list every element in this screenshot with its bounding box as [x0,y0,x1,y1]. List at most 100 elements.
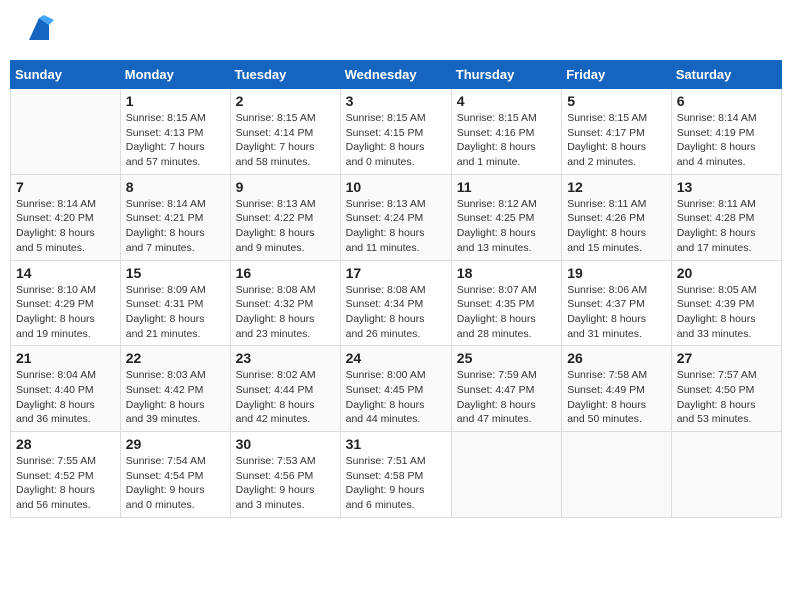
calendar-cell: 1 Sunrise: 8:15 AM Sunset: 4:13 PM Daylig… [120,89,230,175]
calendar-week-row: 14 Sunrise: 8:10 AM Sunset: 4:29 PM Dayli… [11,260,782,346]
calendar-week-row: 7 Sunrise: 8:14 AM Sunset: 4:20 PM Daylig… [11,174,782,260]
calendar-cell: 4 Sunrise: 8:15 AM Sunset: 4:16 PM Daylig… [451,89,561,175]
calendar-cell: 3 Sunrise: 8:15 AM Sunset: 4:15 PM Daylig… [340,89,451,175]
calendar-cell: 16 Sunrise: 8:08 AM Sunset: 4:32 PM Dayli… [230,260,340,346]
weekday-header-wednesday: Wednesday [340,61,451,89]
day-info: Sunrise: 7:57 AM Sunset: 4:50 PM Dayligh… [677,368,776,427]
calendar-cell: 23 Sunrise: 8:02 AM Sunset: 4:44 PM Dayli… [230,346,340,432]
calendar-cell: 30Sunrise: 7:53 AM Sunset: 4:56 PM Dayli… [230,432,340,518]
calendar-week-row: 21 Sunrise: 8:04 AM Sunset: 4:40 PM Dayli… [11,346,782,432]
day-number: 7 [16,179,115,195]
calendar-cell: 8 Sunrise: 8:14 AM Sunset: 4:21 PM Daylig… [120,174,230,260]
day-info: Sunrise: 8:08 AM Sunset: 4:32 PM Dayligh… [236,283,335,342]
day-number: 26 [567,350,666,366]
logo-icon [24,15,54,45]
day-info: Sunrise: 8:00 AM Sunset: 4:45 PM Dayligh… [346,368,446,427]
calendar-cell [671,432,781,518]
day-info: Sunrise: 8:05 AM Sunset: 4:39 PM Dayligh… [677,283,776,342]
calendar-cell: 13 Sunrise: 8:11 AM Sunset: 4:28 PM Dayli… [671,174,781,260]
day-info: Sunrise: 8:11 AM Sunset: 4:26 PM Dayligh… [567,197,666,256]
calendar-cell: 24 Sunrise: 8:00 AM Sunset: 4:45 PM Dayli… [340,346,451,432]
weekday-header-tuesday: Tuesday [230,61,340,89]
day-number: 3 [346,93,446,109]
weekday-header-thursday: Thursday [451,61,561,89]
day-number: 21 [16,350,115,366]
day-number: 29 [126,436,225,452]
day-number: 4 [457,93,556,109]
day-info: Sunrise: 8:07 AM Sunset: 4:35 PM Dayligh… [457,283,556,342]
day-info: Sunrise: 8:15 AM Sunset: 4:13 PM Dayligh… [126,111,225,170]
day-info: Sunrise: 8:09 AM Sunset: 4:31 PM Dayligh… [126,283,225,342]
day-info: Sunrise: 8:14 AM Sunset: 4:20 PM Dayligh… [16,197,115,256]
day-number: 5 [567,93,666,109]
calendar-cell: 28 Sunrise: 7:55 AM Sunset: 4:52 PM Dayli… [11,432,121,518]
calendar-cell: 9 Sunrise: 8:13 AM Sunset: 4:22 PM Daylig… [230,174,340,260]
calendar-week-row: 28 Sunrise: 7:55 AM Sunset: 4:52 PM Dayli… [11,432,782,518]
day-info: Sunrise: 8:15 AM Sunset: 4:14 PM Dayligh… [236,111,335,170]
day-info: Sunrise: 8:15 AM Sunset: 4:15 PM Dayligh… [346,111,446,170]
calendar-cell: 26Sunrise: 7:58 AM Sunset: 4:49 PM Dayli… [562,346,672,432]
day-number: 23 [236,350,335,366]
calendar-cell: 11 Sunrise: 8:12 AM Sunset: 4:25 PM Dayli… [451,174,561,260]
calendar-cell: 31Sunrise: 7:51 AM Sunset: 4:58 PM Dayli… [340,432,451,518]
day-info: Sunrise: 8:15 AM Sunset: 4:16 PM Dayligh… [457,111,556,170]
day-info: Sunrise: 8:03 AM Sunset: 4:42 PM Dayligh… [126,368,225,427]
day-info: Sunrise: 8:12 AM Sunset: 4:25 PM Dayligh… [457,197,556,256]
day-number: 8 [126,179,225,195]
day-info: Sunrise: 8:02 AM Sunset: 4:44 PM Dayligh… [236,368,335,427]
calendar-cell [562,432,672,518]
calendar-table: SundayMondayTuesdayWednesdayThursdayFrid… [10,60,782,518]
calendar-cell [451,432,561,518]
logo [20,15,54,45]
day-info: Sunrise: 7:55 AM Sunset: 4:52 PM Dayligh… [16,454,115,513]
day-number: 24 [346,350,446,366]
calendar-cell: 7 Sunrise: 8:14 AM Sunset: 4:20 PM Daylig… [11,174,121,260]
calendar-cell: 29 Sunrise: 7:54 AM Sunset: 4:54 PM Dayli… [120,432,230,518]
calendar-cell: 2 Sunrise: 8:15 AM Sunset: 4:14 PM Daylig… [230,89,340,175]
day-info: Sunrise: 8:04 AM Sunset: 4:40 PM Dayligh… [16,368,115,427]
day-info: Sunrise: 8:08 AM Sunset: 4:34 PM Dayligh… [346,283,446,342]
day-number: 14 [16,265,115,281]
day-info: Sunrise: 8:14 AM Sunset: 4:21 PM Dayligh… [126,197,225,256]
day-number: 13 [677,179,776,195]
day-number: 28 [16,436,115,452]
calendar-cell: 10 Sunrise: 8:13 AM Sunset: 4:24 PM Dayli… [340,174,451,260]
calendar-cell: 19 Sunrise: 8:06 AM Sunset: 4:37 PM Dayli… [562,260,672,346]
calendar-cell: 14 Sunrise: 8:10 AM Sunset: 4:29 PM Dayli… [11,260,121,346]
day-number: 11 [457,179,556,195]
calendar-cell: 12 Sunrise: 8:11 AM Sunset: 4:26 PM Dayli… [562,174,672,260]
day-number: 1 [126,93,225,109]
day-number: 10 [346,179,446,195]
weekday-header-monday: Monday [120,61,230,89]
day-info: Sunrise: 8:13 AM Sunset: 4:24 PM Dayligh… [346,197,446,256]
weekday-header-row: SundayMondayTuesdayWednesdayThursdayFrid… [11,61,782,89]
weekday-header-friday: Friday [562,61,672,89]
day-number: 2 [236,93,335,109]
weekday-header-sunday: Sunday [11,61,121,89]
weekday-header-saturday: Saturday [671,61,781,89]
day-info: Sunrise: 8:13 AM Sunset: 4:22 PM Dayligh… [236,197,335,256]
calendar-cell: 5 Sunrise: 8:15 AM Sunset: 4:17 PM Daylig… [562,89,672,175]
day-number: 6 [677,93,776,109]
calendar-cell: 18 Sunrise: 8:07 AM Sunset: 4:35 PM Dayli… [451,260,561,346]
day-info: Sunrise: 8:10 AM Sunset: 4:29 PM Dayligh… [16,283,115,342]
day-number: 25 [457,350,556,366]
day-number: 16 [236,265,335,281]
day-number: 22 [126,350,225,366]
day-info: Sunrise: 8:11 AM Sunset: 4:28 PM Dayligh… [677,197,776,256]
calendar-cell: 17Sunrise: 8:08 AM Sunset: 4:34 PM Dayli… [340,260,451,346]
day-number: 19 [567,265,666,281]
day-info: Sunrise: 7:54 AM Sunset: 4:54 PM Dayligh… [126,454,225,513]
day-number: 12 [567,179,666,195]
day-info: Sunrise: 8:06 AM Sunset: 4:37 PM Dayligh… [567,283,666,342]
day-number: 9 [236,179,335,195]
page-header [10,10,782,50]
day-number: 18 [457,265,556,281]
day-number: 27 [677,350,776,366]
calendar-cell [11,89,121,175]
calendar-cell: 21 Sunrise: 8:04 AM Sunset: 4:40 PM Dayli… [11,346,121,432]
calendar-cell: 6Sunrise: 8:14 AM Sunset: 4:19 PM Daylig… [671,89,781,175]
day-info: Sunrise: 8:15 AM Sunset: 4:17 PM Dayligh… [567,111,666,170]
day-number: 20 [677,265,776,281]
calendar-cell: 22 Sunrise: 8:03 AM Sunset: 4:42 PM Dayli… [120,346,230,432]
